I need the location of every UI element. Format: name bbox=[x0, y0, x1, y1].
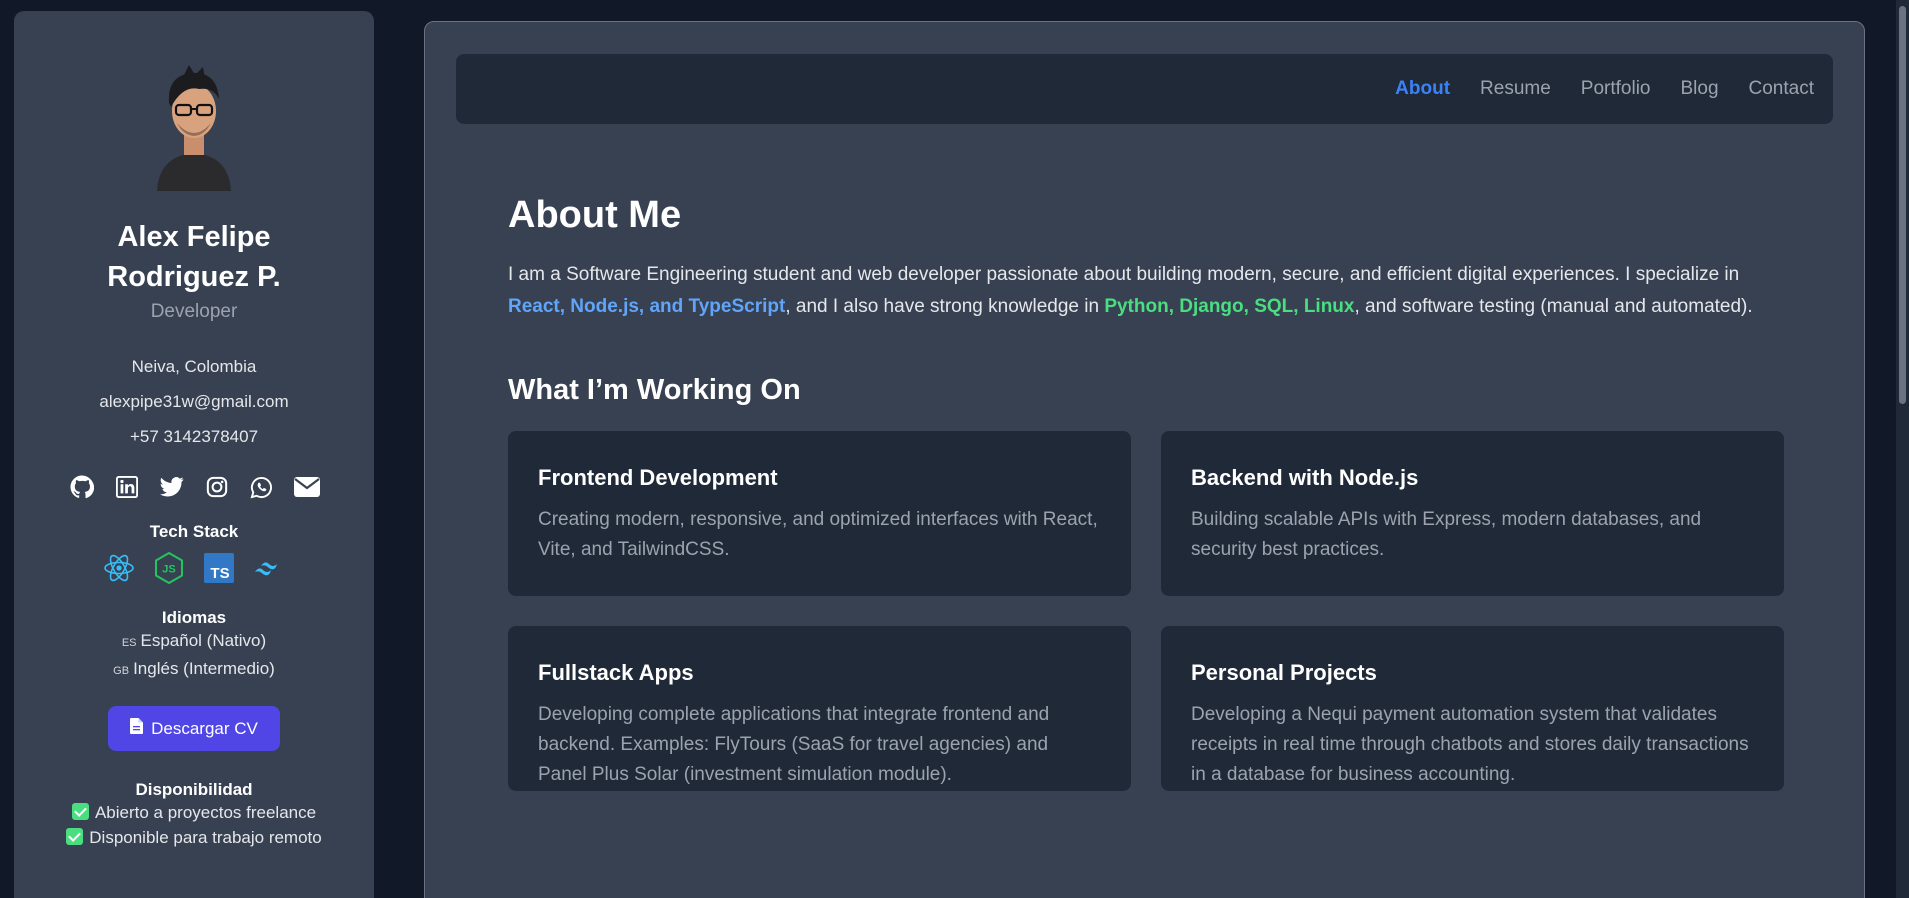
flag-es-icon: ES bbox=[121, 637, 137, 649]
card-description: Creating modern, responsive, and optimiz… bbox=[538, 509, 1098, 560]
card-title: Fullstack Apps bbox=[538, 660, 694, 685]
language-label: Español (Nativo) bbox=[140, 631, 267, 650]
nav-about[interactable]: About bbox=[1395, 78, 1450, 100]
service-card: Fullstack Apps Developing complete appli… bbox=[508, 626, 1131, 791]
checkmark-icon bbox=[66, 828, 84, 845]
language-item: GB Inglés (Intermedio) bbox=[113, 656, 275, 684]
availability-label: Abierto a proyectos freelance bbox=[94, 803, 317, 822]
highlight-frontend-skills: React, Node.js, and TypeScript bbox=[508, 296, 786, 317]
about-section: About Me I am a Software Engineering stu… bbox=[508, 194, 1788, 791]
working-on-grid: Frontend Development Creating modern, re… bbox=[508, 431, 1788, 791]
service-card: Personal Projects Developing a Nequi pay… bbox=[1161, 626, 1784, 791]
about-text-mid: , and I also have strong knowledge in bbox=[785, 296, 1105, 317]
page-scrollbar[interactable] bbox=[1896, 0, 1909, 898]
languages-title: Idiomas bbox=[161, 608, 227, 627]
sidebar: Alex Felipe Rodriguez P. Developer Neiva… bbox=[14, 11, 374, 898]
phone-text[interactable]: +57 3142378407 bbox=[99, 419, 288, 454]
page-title: About Me bbox=[508, 194, 682, 236]
tailwindcss-icon bbox=[253, 552, 285, 584]
flag-gb-icon: GB bbox=[113, 665, 130, 677]
avatar bbox=[139, 61, 249, 191]
service-card: Frontend Development Creating modern, re… bbox=[508, 431, 1131, 596]
nav-resume[interactable]: Resume bbox=[1480, 78, 1551, 100]
scrollbar-thumb[interactable] bbox=[1899, 6, 1906, 404]
language-label: Inglés (Intermedio) bbox=[133, 659, 275, 678]
typescript-icon: TS bbox=[203, 552, 235, 584]
location-text: Neiva, Colombia bbox=[131, 357, 257, 376]
main-panel: About Resume Portfolio Blog Contact Abou… bbox=[424, 21, 1865, 898]
tech-stack-icons: JS TS bbox=[103, 552, 285, 584]
download-cv-label: Descargar CV bbox=[151, 718, 258, 738]
whatsapp-icon[interactable] bbox=[249, 474, 275, 500]
availability-item: Abierto a proyectos freelance bbox=[71, 800, 317, 825]
language-item: ES Español (Nativo) bbox=[122, 628, 266, 656]
react-icon bbox=[103, 552, 135, 584]
github-icon[interactable] bbox=[69, 474, 95, 500]
profile-role: Developer bbox=[150, 301, 238, 322]
card-description: Developing complete applications that in… bbox=[538, 704, 1050, 785]
card-title: Frontend Development bbox=[538, 465, 778, 490]
download-cv-button[interactable]: Descargar CV bbox=[108, 706, 280, 751]
tech-stack-title: Tech Stack bbox=[149, 522, 239, 541]
nav-portfolio[interactable]: Portfolio bbox=[1581, 78, 1651, 100]
linkedin-icon[interactable] bbox=[114, 474, 140, 500]
availability-label: Disponible para trabajo remoto bbox=[89, 828, 322, 847]
highlight-backend-skills: Python, Django, SQL, Linux bbox=[1104, 296, 1355, 317]
checkmark-icon bbox=[71, 803, 89, 820]
instagram-icon[interactable] bbox=[204, 474, 230, 500]
nav-blog[interactable]: Blog bbox=[1680, 78, 1718, 100]
card-title: Personal Projects bbox=[1191, 660, 1377, 685]
document-icon bbox=[130, 718, 144, 739]
profile-name: Alex Felipe Rodriguez P. bbox=[107, 221, 281, 293]
social-links bbox=[69, 474, 320, 500]
about-text-end: , and software testing (manual and autom… bbox=[1354, 296, 1753, 317]
about-text-start: I am a Software Engineering student and … bbox=[508, 264, 1740, 285]
email-icon[interactable] bbox=[293, 474, 320, 500]
availability-item: Disponible para trabajo remoto bbox=[66, 825, 322, 850]
service-card: Backend with Node.js Building scalable A… bbox=[1161, 431, 1784, 596]
availability-title: Disponibilidad bbox=[135, 780, 253, 799]
top-navbar: About Resume Portfolio Blog Contact bbox=[456, 54, 1833, 124]
working-on-title: What I’m Working On bbox=[508, 374, 801, 406]
contact-info: Neiva, Colombia alexpipe31w@gmail.com +5… bbox=[99, 349, 288, 454]
card-description: Developing a Nequi payment automation sy… bbox=[1191, 704, 1749, 785]
nav-contact[interactable]: Contact bbox=[1749, 78, 1814, 100]
svg-text:JS: JS bbox=[162, 564, 175, 576]
card-description: Building scalable APIs with Express, mod… bbox=[1191, 509, 1702, 560]
svg-text:TS: TS bbox=[210, 565, 229, 582]
twitter-icon[interactable] bbox=[159, 474, 185, 500]
email-text[interactable]: alexpipe31w@gmail.com bbox=[99, 384, 288, 419]
about-paragraph: I am a Software Engineering student and … bbox=[508, 259, 1783, 323]
card-title: Backend with Node.js bbox=[1191, 465, 1419, 490]
nodejs-icon: JS bbox=[153, 552, 185, 584]
